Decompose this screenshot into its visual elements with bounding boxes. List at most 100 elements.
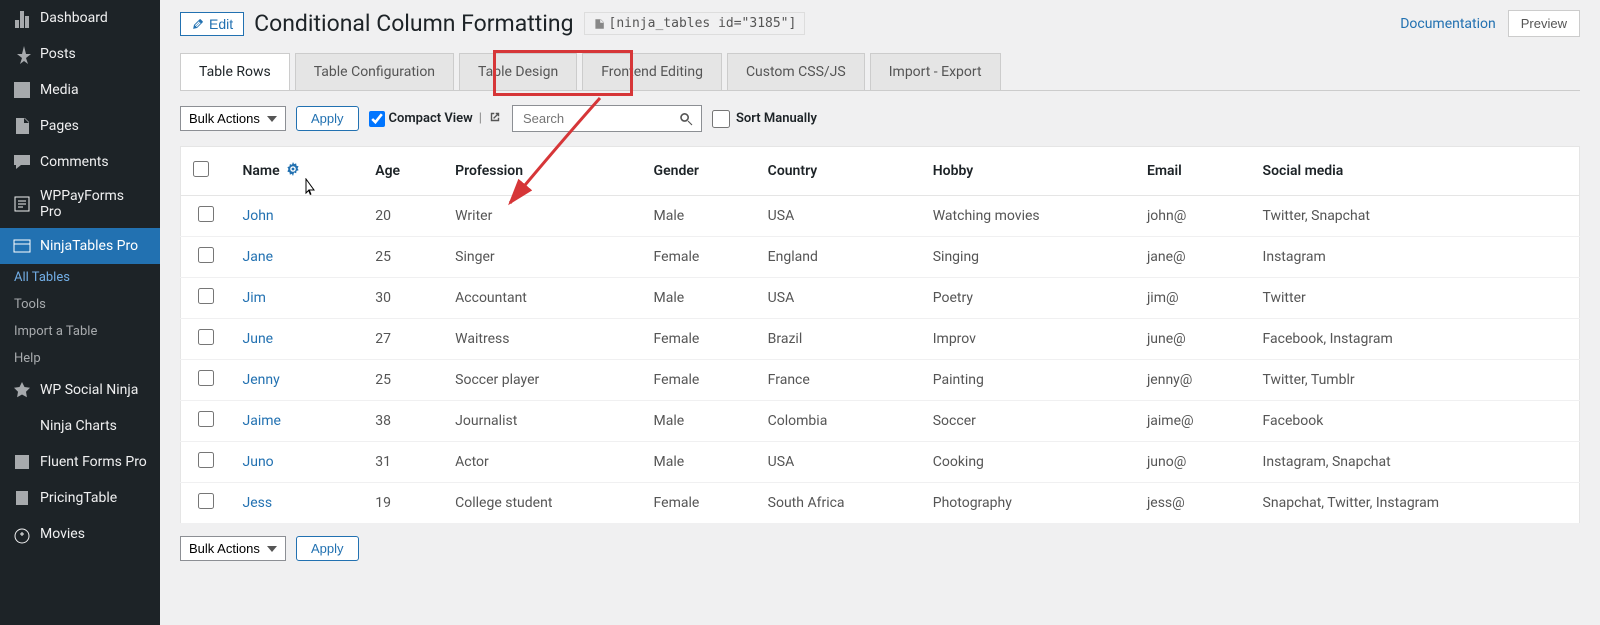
submenu-tools[interactable]: Tools (0, 291, 160, 318)
column-header-hobby[interactable]: Hobby (921, 147, 1135, 196)
select-all-checkbox[interactable] (193, 161, 209, 177)
sidebar-item-pages[interactable]: Pages (0, 108, 160, 144)
row-checkbox[interactable] (198, 329, 214, 345)
tab-frontend-editing[interactable]: Frontend Editing (582, 53, 722, 90)
cell-name: Jane (231, 237, 364, 278)
table-row[interactable]: Jess19College studentFemaleSouth AfricaP… (181, 483, 1580, 524)
table-row[interactable]: Jaime38JournalistMaleColombiaSoccerjaime… (181, 401, 1580, 442)
star-icon (12, 380, 32, 400)
sidebar-item-fluent-forms-pro[interactable]: Fluent Forms Pro (0, 444, 160, 480)
sidebar-item-wppayforms-pro[interactable]: WPPayForms Pro (0, 180, 160, 228)
sidebar-item-ninja-charts[interactable]: Ninja Charts (0, 408, 160, 444)
cell-email: juno@ (1135, 442, 1251, 483)
sidebar-item-movies[interactable]: Movies (0, 516, 160, 552)
documentation-link[interactable]: Documentation (1400, 16, 1496, 32)
table-row[interactable]: Jenny25Soccer playerFemaleFrancePainting… (181, 360, 1580, 401)
cell-country: France (756, 360, 921, 401)
cell-profession: Soccer player (443, 360, 641, 401)
column-header-country[interactable]: Country (756, 147, 921, 196)
sidebar-item-comments[interactable]: Comments (0, 144, 160, 180)
cell-country: Brazil (756, 319, 921, 360)
submenu-help[interactable]: Help (0, 345, 160, 372)
page-title: Conditional Column Formatting (254, 10, 573, 37)
cell-profession: Singer (443, 237, 641, 278)
table-row[interactable]: Jim30AccountantMaleUSAPoetryjim@Twitter (181, 278, 1580, 319)
cell-profession: College student (443, 483, 641, 524)
cell-age: 38 (363, 401, 443, 442)
sidebar-item-posts[interactable]: Posts (0, 36, 160, 72)
cell-profession: Waitress (443, 319, 641, 360)
tab-import---export[interactable]: Import - Export (870, 53, 1001, 90)
table-row[interactable]: John20WriterMaleUSAWatching moviesjohn@T… (181, 196, 1580, 237)
edit-label: Edit (209, 16, 233, 32)
column-header-email[interactable]: Email (1135, 147, 1251, 196)
submenu-all-tables[interactable]: All Tables (0, 264, 160, 291)
table-row[interactable]: Juno31ActorMaleUSACookingjuno@Instagram,… (181, 442, 1580, 483)
row-checkbox[interactable] (198, 452, 214, 468)
column-header-age[interactable]: Age (363, 147, 443, 196)
cell-name: John (231, 196, 364, 237)
table-row[interactable]: June27WaitressFemaleBrazilImprovjune@Fac… (181, 319, 1580, 360)
row-checkbox[interactable] (198, 206, 214, 222)
tab-custom-css-js[interactable]: Custom CSS/JS (727, 53, 865, 90)
tab-table-configuration[interactable]: Table Configuration (295, 53, 454, 90)
cell-social: Twitter, Snapchat (1251, 196, 1580, 237)
apply-button-bottom[interactable]: Apply (296, 536, 359, 561)
preview-button[interactable]: Preview (1508, 10, 1580, 37)
row-checkbox[interactable] (198, 370, 214, 386)
cell-gender: Male (642, 401, 756, 442)
table-row[interactable]: Jane25SingerFemaleEnglandSingingjane@Ins… (181, 237, 1580, 278)
cell-age: 31 (363, 442, 443, 483)
column-header-name[interactable]: Name (231, 147, 364, 196)
form-icon (12, 194, 32, 214)
dash-icon (12, 8, 32, 28)
cell-email: john@ (1135, 196, 1251, 237)
column-header-profession[interactable]: Profession (443, 147, 641, 196)
edit-button[interactable]: Edit (180, 12, 244, 36)
pin-icon (12, 44, 32, 64)
search-input[interactable] (512, 105, 702, 132)
cell-profession: Journalist (443, 401, 641, 442)
media-icon (12, 80, 32, 100)
bulk-actions-select-bottom[interactable]: Bulk Actions (180, 536, 286, 561)
tab-table-design[interactable]: Table Design (459, 53, 577, 90)
column-settings-icon[interactable] (286, 162, 300, 180)
sidebar-item-dashboard[interactable]: Dashboard (0, 0, 160, 36)
popout-icon[interactable] (488, 110, 502, 128)
shortcode-display[interactable]: [ninja_tables id="3185"] (584, 12, 806, 35)
sidebar-item-wp-social-ninja[interactable]: WP Social Ninja (0, 372, 160, 408)
row-checkbox[interactable] (198, 288, 214, 304)
sidebar-item-ninjatables-pro[interactable]: NinjaTables Pro (0, 228, 160, 264)
apply-button-top[interactable]: Apply (296, 106, 359, 131)
cell-age: 20 (363, 196, 443, 237)
column-header-social-media[interactable]: Social media (1251, 147, 1580, 196)
column-header-gender[interactable]: Gender (642, 147, 756, 196)
cell-social: Instagram (1251, 237, 1580, 278)
cell-country: South Africa (756, 483, 921, 524)
cell-name: Jaime (231, 401, 364, 442)
cell-email: jenny@ (1135, 360, 1251, 401)
cell-hobby: Soccer (921, 401, 1135, 442)
cell-gender: Female (642, 483, 756, 524)
submenu-import-a-table[interactable]: Import a Table (0, 318, 160, 345)
bulk-actions-select[interactable]: Bulk Actions (180, 106, 286, 131)
cell-profession: Actor (443, 442, 641, 483)
sidebar-item-pricingtable[interactable]: PricingTable (0, 480, 160, 516)
tab-table-rows[interactable]: Table Rows (180, 53, 290, 90)
compact-view-checkbox[interactable] (369, 111, 385, 127)
cell-age: 27 (363, 319, 443, 360)
cell-email: jaime@ (1135, 401, 1251, 442)
cell-social: Instagram, Snapchat (1251, 442, 1580, 483)
row-checkbox[interactable] (198, 493, 214, 509)
ninja-icon (12, 236, 32, 256)
movie-icon (12, 524, 32, 544)
row-checkbox[interactable] (198, 247, 214, 263)
sidebar-item-media[interactable]: Media (0, 72, 160, 108)
cell-hobby: Watching movies (921, 196, 1135, 237)
compact-view-label: Compact View (389, 111, 473, 126)
cell-country: USA (756, 442, 921, 483)
sort-manually-label: Sort Manually (736, 111, 817, 126)
cell-age: 25 (363, 237, 443, 278)
sort-manually-checkbox[interactable] (712, 110, 730, 128)
row-checkbox[interactable] (198, 411, 214, 427)
